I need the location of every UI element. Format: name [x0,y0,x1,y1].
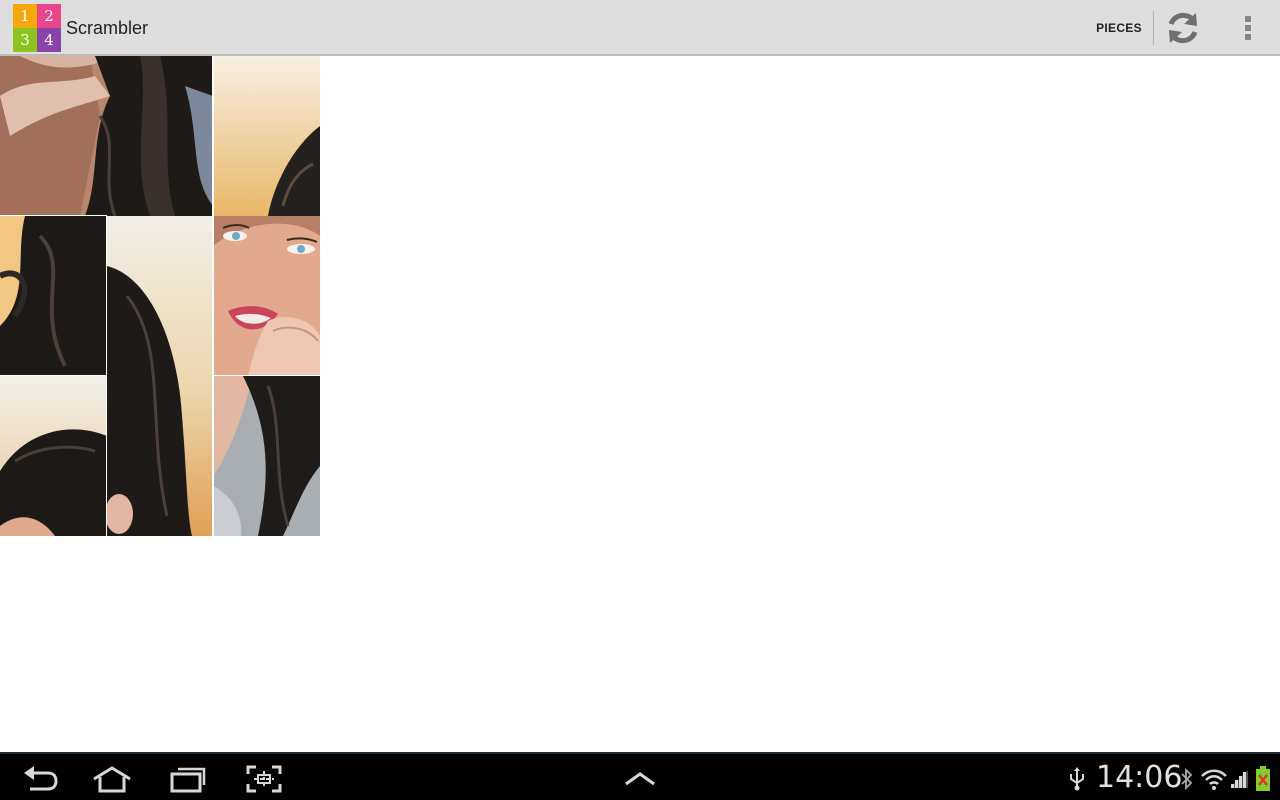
up-arrow-button[interactable] [620,762,660,796]
piece-gap-vertical [212,56,214,536]
overflow-menu-icon [1245,16,1251,40]
recent-apps-button[interactable] [166,762,210,796]
wifi-icon [1201,769,1227,790]
pieces-button[interactable]: PIECES [1086,6,1152,50]
home-button[interactable] [90,762,134,796]
action-bar: 1 2 3 4 Scrambler PIECES [0,0,1280,56]
home-icon [93,766,131,793]
refresh-icon [1168,12,1198,44]
app-title: Scrambler [66,18,149,38]
usb-icon [1070,767,1084,791]
screen: 1 2 3 4 Scrambler PIECES 14:06 [0,0,1280,800]
refresh-button[interactable] [1160,6,1206,50]
wifi-status [1201,766,1227,792]
action-bar-divider [1153,11,1154,45]
puzzle-piece-3[interactable] [0,216,107,376]
puzzle-piece-2[interactable] [213,56,320,216]
back-button[interactable] [18,762,62,796]
puzzle-board [0,56,320,536]
puzzle-piece-5[interactable] [213,216,320,376]
piece-gap-vertical [106,216,107,536]
system-navigation-bar: 14:06 [0,752,1280,800]
app-logo[interactable]: 1 2 3 4 [13,4,61,52]
screenshot-icon [246,765,282,793]
battery-status [1254,766,1272,792]
piece-gap-horizontal [213,375,320,376]
status-clock: 14:06 [1096,760,1183,795]
piece-gap-horizontal [0,375,107,376]
signal-status [1229,766,1249,792]
signal-icon [1230,770,1248,788]
logo-cell-2: 2 [37,4,61,28]
usb-status [1066,766,1088,792]
battery-icon [1256,766,1270,791]
puzzle-piece-7[interactable] [213,376,320,536]
logo-cell-3: 3 [13,28,37,52]
puzzle-piece-6[interactable] [0,376,107,536]
bluetooth-status [1180,766,1194,792]
logo-cell-4: 4 [37,28,61,52]
bluetooth-icon [1181,768,1193,790]
up-arrow-icon [625,772,655,786]
back-icon [24,766,58,791]
logo-cell-1: 1 [13,4,37,28]
screenshot-button[interactable] [242,762,286,796]
piece-gap-horizontal [0,215,107,216]
puzzle-piece-1[interactable] [0,56,213,216]
recent-apps-icon [170,767,206,793]
puzzle-piece-4[interactable] [107,216,213,536]
overflow-menu-button[interactable] [1230,6,1266,50]
